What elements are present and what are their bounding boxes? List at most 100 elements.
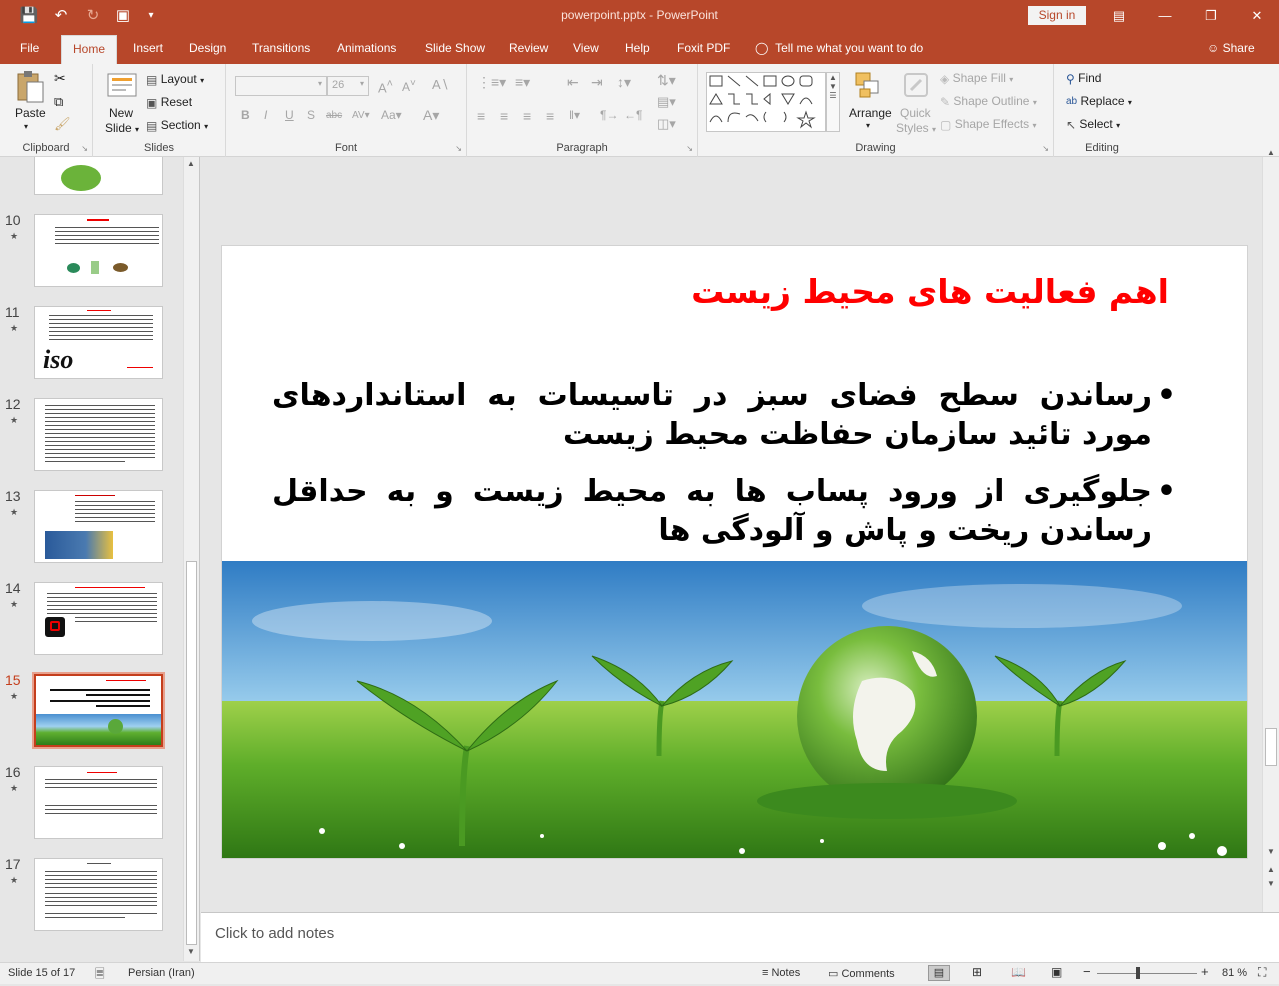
scroll-up-icon[interactable]: ▲ xyxy=(1267,148,1275,157)
line-spacing-icon[interactable]: ↕▾ xyxy=(617,74,631,91)
notes-toggle[interactable]: ≡ Notes xyxy=(762,967,800,979)
arrange-icon[interactable] xyxy=(850,70,886,104)
rtl-icon[interactable]: ←¶ xyxy=(624,108,642,122)
replace-button[interactable]: ab Replace ▾ xyxy=(1066,94,1132,108)
section-button[interactable]: ▤ Section ▾ xyxy=(146,118,208,133)
tab-animations[interactable]: Animations xyxy=(337,41,396,55)
copy-icon[interactable]: ⧉ xyxy=(54,94,63,110)
zoom-in-icon[interactable]: + xyxy=(1201,964,1209,979)
quick-styles-icon[interactable] xyxy=(898,70,934,104)
shape-effects-button[interactable]: ▢ Shape Effects ▾ xyxy=(940,117,1037,132)
fit-to-window-icon[interactable]: ⛶ xyxy=(1258,965,1266,980)
tab-help[interactable]: Help xyxy=(625,41,650,55)
zoom-slider-track[interactable] xyxy=(1097,973,1197,974)
find-button[interactable]: ⚲ Find xyxy=(1066,71,1101,86)
previous-slide-icon[interactable]: ▲ xyxy=(1267,865,1275,874)
slide-thumbnail-11[interactable]: iso xyxy=(34,306,163,379)
slide-thumbnail-10[interactable] xyxy=(34,214,163,287)
font-size-input[interactable]: 26 ▾ xyxy=(327,76,369,96)
slide-thumbnail-13[interactable] xyxy=(34,490,163,563)
reset-button[interactable]: ▣ Reset xyxy=(146,95,192,110)
slide-thumbnail-14[interactable] xyxy=(34,582,163,655)
font-launcher-icon[interactable]: ↘ xyxy=(455,144,462,153)
paragraph-launcher-icon[interactable]: ↘ xyxy=(686,144,693,153)
align-left-icon[interactable]: ≡ xyxy=(477,108,485,124)
tab-file[interactable]: File xyxy=(20,41,39,55)
paste-dropdown-icon[interactable]: ▾ xyxy=(24,122,28,131)
text-direction-icon[interactable]: ⇅▾ xyxy=(657,72,676,89)
slide-thumbnail-15[interactable] xyxy=(32,672,165,749)
slide-scroll-thumb[interactable] xyxy=(1265,728,1277,766)
minimize-button[interactable]: — xyxy=(1142,4,1188,28)
slide-canvas[interactable]: اهم فعالیت های محیط زیست رساندن سطح فضای… xyxy=(221,245,1248,859)
tell-me-search[interactable]: ◯ Tell me what you want to do xyxy=(755,41,923,55)
paste-button[interactable]: Paste xyxy=(15,106,46,120)
scroll-down-icon[interactable]: ▼ xyxy=(187,947,195,956)
next-slide-icon[interactable]: ▼ xyxy=(1267,879,1275,888)
font-name-input[interactable]: ▾ xyxy=(235,76,327,96)
smartart-icon[interactable]: ◫▾ xyxy=(657,116,676,132)
ribbon-display-options-icon[interactable]: ▤ xyxy=(1096,4,1142,28)
thumbnail-scroll-thumb[interactable] xyxy=(186,561,197,945)
thumbnail-scrollbar[interactable]: ▲ ▼ xyxy=(183,157,199,961)
bullets-icon[interactable]: ⋮≡▾ xyxy=(477,74,506,91)
columns-icon[interactable]: ‖▾ xyxy=(569,108,580,122)
shape-fill-button[interactable]: ◈ Shape Fill ▾ xyxy=(940,71,1013,86)
language-indicator[interactable]: Persian (Iran) xyxy=(128,967,195,979)
slide-scrollbar[interactable]: ▲ ▼ ▲ ▼ xyxy=(1262,148,1279,912)
arrange-dropdown-icon[interactable]: ▾ xyxy=(866,121,870,130)
tab-home[interactable]: Home xyxy=(61,35,118,64)
justify-icon[interactable]: ≡ xyxy=(546,108,554,124)
increase-indent-icon[interactable]: ⇥ xyxy=(591,74,603,91)
align-right-icon[interactable]: ≡ xyxy=(523,108,531,124)
slide-thumbnail-pane[interactable]: 10 ★ 11 ★ iso 12 ★ 13 ★ 14 ★ 15 ★ 16 ★ 1… xyxy=(0,157,200,961)
nature-globe-image[interactable] xyxy=(222,561,1247,858)
shadow-icon[interactable]: S xyxy=(307,108,315,122)
cut-icon[interactable]: ✂ xyxy=(54,70,66,87)
reading-view-icon[interactable]: 📖 xyxy=(1011,965,1026,979)
change-case-icon[interactable]: Aa▾ xyxy=(381,108,402,122)
new-slide-button[interactable]: New xyxy=(109,106,133,120)
decrease-indent-icon[interactable]: ⇤ xyxy=(567,74,579,91)
notes-placeholder[interactable]: Click to add notes xyxy=(215,925,334,942)
zoom-out-icon[interactable]: − xyxy=(1083,964,1091,979)
decrease-font-icon[interactable]: A˅ xyxy=(402,78,416,94)
tab-insert[interactable]: Insert xyxy=(133,41,163,55)
slide-thumbnail-9[interactable] xyxy=(34,157,163,195)
ltr-icon[interactable]: ¶→ xyxy=(600,108,618,122)
align-center-icon[interactable]: ≡ xyxy=(500,108,508,124)
scroll-up-icon[interactable]: ▲ xyxy=(187,159,195,168)
tab-slide-show[interactable]: Slide Show xyxy=(425,41,485,55)
sign-in-button[interactable]: Sign in xyxy=(1028,6,1086,25)
slide-title[interactable]: اهم فعالیت های محیط زیست xyxy=(691,272,1169,311)
shapes-gallery-scroll[interactable]: ▲ ▼ ☰ xyxy=(826,72,840,132)
new-slide-icon[interactable] xyxy=(105,70,139,100)
zoom-level[interactable]: 81 % xyxy=(1222,967,1247,979)
select-button[interactable]: ↖ Select ▾ xyxy=(1066,117,1120,132)
slide-show-icon[interactable]: ▣ xyxy=(1051,965,1062,979)
share-button[interactable]: ☺ Share xyxy=(1207,41,1255,55)
quick-styles-label2[interactable]: Styles ▾ xyxy=(896,121,936,135)
scroll-down-icon[interactable]: ▼ xyxy=(1267,847,1275,856)
drawing-launcher-icon[interactable]: ↘ xyxy=(1042,144,1049,153)
slide-thumbnail-12[interactable] xyxy=(34,398,163,471)
tab-foxit-pdf[interactable]: Foxit PDF xyxy=(677,41,730,55)
clipboard-launcher-icon[interactable]: ↘ xyxy=(81,144,88,153)
clear-formatting-icon[interactable]: A∖ xyxy=(432,77,449,93)
tab-view[interactable]: View xyxy=(573,41,599,55)
slide-thumbnail-17[interactable] xyxy=(34,858,163,931)
character-spacing-icon[interactable]: AV▾ xyxy=(352,110,370,121)
zoom-slider-thumb[interactable] xyxy=(1135,967,1140,979)
align-text-icon[interactable]: ▤▾ xyxy=(657,94,676,110)
new-slide-label2[interactable]: Slide ▾ xyxy=(105,121,139,135)
close-button[interactable]: ✕ xyxy=(1234,4,1279,28)
notes-pane[interactable]: Click to add notes xyxy=(201,912,1279,962)
bold-icon[interactable]: B xyxy=(241,108,250,122)
tab-design[interactable]: Design xyxy=(189,41,226,55)
tab-transitions[interactable]: Transitions xyxy=(252,41,310,55)
increase-font-icon[interactable]: A˄ xyxy=(378,78,393,95)
slide-sorter-icon[interactable]: ⊞ xyxy=(972,965,982,979)
shapes-gallery[interactable] xyxy=(706,72,826,132)
slide-bullet[interactable]: جلوگیری از ورود پساب ها به محیط زیست و ب… xyxy=(272,472,1176,550)
italic-icon[interactable]: I xyxy=(264,108,267,122)
